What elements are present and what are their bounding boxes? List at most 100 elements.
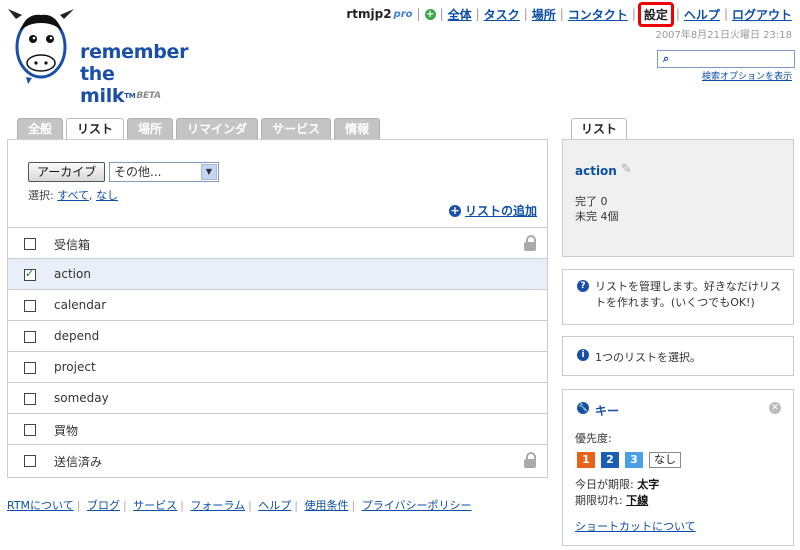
list-row[interactable]: calendar	[8, 289, 547, 320]
top-nav: rtmjp2 pro | + | 全体 | タスク | 場所 | コンタクト | …	[346, 1, 792, 27]
separator: |	[122, 499, 127, 512]
add-list-link[interactable]: + リストの追加	[448, 202, 537, 219]
select-value: その他...	[114, 165, 162, 179]
nav-locations[interactable]: 場所	[532, 6, 556, 23]
due-today-style: 太字	[637, 478, 660, 491]
pro-badge: pro	[393, 8, 413, 20]
separator: |	[76, 499, 81, 512]
key-box: 🔧 キー ✕ 優先度: 1 2 3 なし 今日が期限: 太字 期限切れ: 下線 …	[562, 389, 794, 546]
priority-label: 優先度:	[575, 432, 612, 445]
tab-reminders[interactable]: リマインダ	[176, 118, 259, 140]
nav-logout[interactable]: ログアウト	[732, 6, 792, 23]
list-row[interactable]: depend	[8, 320, 547, 351]
completed-count: 完了 0	[575, 195, 608, 208]
selection-row: 選択: すべて, なし	[28, 187, 118, 203]
close-icon[interactable]: ✕	[769, 402, 781, 414]
row-checkbox[interactable]	[24, 455, 36, 467]
nav-help[interactable]: ヘルプ	[684, 6, 720, 23]
more-actions-select[interactable]: その他... ▼	[109, 162, 219, 182]
row-checkbox[interactable]	[24, 362, 36, 374]
lock-icon	[524, 452, 536, 468]
select-none-link[interactable]: なし	[96, 189, 118, 202]
footer-privacy[interactable]: プライバシーポリシー	[362, 499, 472, 512]
separator: |	[475, 7, 480, 21]
separator: |	[439, 7, 444, 21]
help-text: リストを管理します。好きなだけリストを作れます。(いくつでもOK!)	[595, 280, 781, 309]
list-row[interactable]: action	[8, 258, 547, 289]
row-checkbox[interactable]	[24, 238, 36, 250]
row-checkbox[interactable]	[24, 331, 36, 343]
list-name: action	[54, 267, 91, 281]
footer-terms[interactable]: 使用条件	[305, 499, 349, 512]
list-row[interactable]: 買物	[8, 413, 547, 444]
search-input[interactable]	[676, 51, 790, 65]
separator: |	[523, 7, 528, 21]
list-row[interactable]: someday	[8, 382, 547, 413]
right-tab-list[interactable]: リスト	[571, 118, 628, 140]
select-all-link[interactable]: すべて	[57, 189, 89, 202]
list-table: 受信箱 action calendar depend project somed…	[8, 227, 547, 475]
shortcuts-link[interactable]: ショートカットについて	[575, 518, 696, 534]
priority-none-badge: なし	[649, 452, 681, 468]
add-icon[interactable]: +	[448, 204, 461, 217]
username: rtmjp2	[346, 7, 392, 21]
separator: |	[294, 499, 298, 512]
nav-tasks[interactable]: タスク	[484, 6, 520, 23]
footer-about[interactable]: RTMについて	[7, 499, 74, 512]
list-name: 受信箱	[54, 238, 91, 252]
list-row[interactable]: project	[8, 351, 547, 382]
tab-services[interactable]: サービス	[261, 118, 332, 140]
search-box[interactable]: ⌕	[657, 50, 795, 68]
logo-beta: BETA	[136, 91, 161, 101]
nav-settings[interactable]: 設定	[637, 1, 674, 27]
lock-icon	[524, 235, 536, 251]
row-checkbox[interactable]	[24, 393, 36, 405]
help-box-lists: ? リストを管理します。好きなだけリストを作れます。(いくつでもOK!)	[562, 269, 794, 325]
row-checkbox[interactable]	[24, 300, 36, 312]
list-name: calendar	[54, 298, 107, 312]
logo-tm: TM	[124, 92, 136, 100]
add-list-label[interactable]: リストの追加	[465, 202, 537, 219]
overdue-style: 下線	[626, 494, 649, 507]
priority-2-badge: 2	[601, 452, 619, 468]
search-options-link[interactable]: 検索オプションを表示	[702, 69, 792, 82]
logo-line2: the milk	[80, 63, 125, 107]
cow-logo-icon	[8, 9, 74, 84]
archive-button[interactable]: アーカイブ	[28, 162, 106, 182]
settings-tabs: 全般 リスト 場所 リマインダ サービス 情報	[17, 118, 383, 141]
add-task-icon[interactable]: +	[424, 8, 436, 20]
pencil-icon[interactable]: ✎	[621, 162, 632, 177]
list-row[interactable]: 受信箱	[8, 227, 547, 258]
tab-locations[interactable]: 場所	[127, 118, 174, 140]
selected-list-name: action	[575, 164, 617, 178]
separator: |	[631, 7, 636, 21]
wrench-icon: 🔧	[577, 402, 589, 414]
separator: |	[416, 7, 421, 21]
tab-lists[interactable]: リスト	[66, 118, 125, 141]
nav-contacts[interactable]: コンタクト	[568, 6, 628, 23]
list-name: depend	[54, 329, 100, 343]
tab-general[interactable]: 全般	[17, 118, 64, 140]
chevron-down-icon[interactable]: ▼	[201, 164, 217, 180]
info-icon: i	[577, 349, 589, 361]
list-row[interactable]: 送信済み	[8, 444, 547, 475]
list-name: 送信済み	[54, 455, 103, 469]
overdue-label: 期限切れ:	[575, 494, 623, 507]
row-checkbox[interactable]	[24, 424, 36, 436]
footer-forum[interactable]: フォーラム	[190, 499, 245, 512]
separator: |	[675, 7, 680, 21]
separator: |	[180, 499, 184, 512]
key-title: キー	[595, 404, 620, 418]
footer-blog[interactable]: ブログ	[87, 499, 120, 512]
logo[interactable]: remember the milkTMBETA	[6, 5, 196, 107]
footer-help[interactable]: ヘルプ	[258, 499, 291, 512]
tab-info[interactable]: 情報	[334, 118, 381, 140]
list-name: someday	[54, 391, 109, 405]
incomplete-count: 未完 4個	[575, 210, 619, 223]
list-name: 買物	[54, 424, 79, 438]
footer-services[interactable]: サービス	[133, 499, 177, 512]
due-today-row: 今日が期限: 太字	[575, 476, 659, 492]
search-icon[interactable]: ⌕	[663, 52, 669, 66]
row-checkbox[interactable]	[24, 267, 36, 281]
nav-all[interactable]: 全体	[448, 6, 472, 23]
